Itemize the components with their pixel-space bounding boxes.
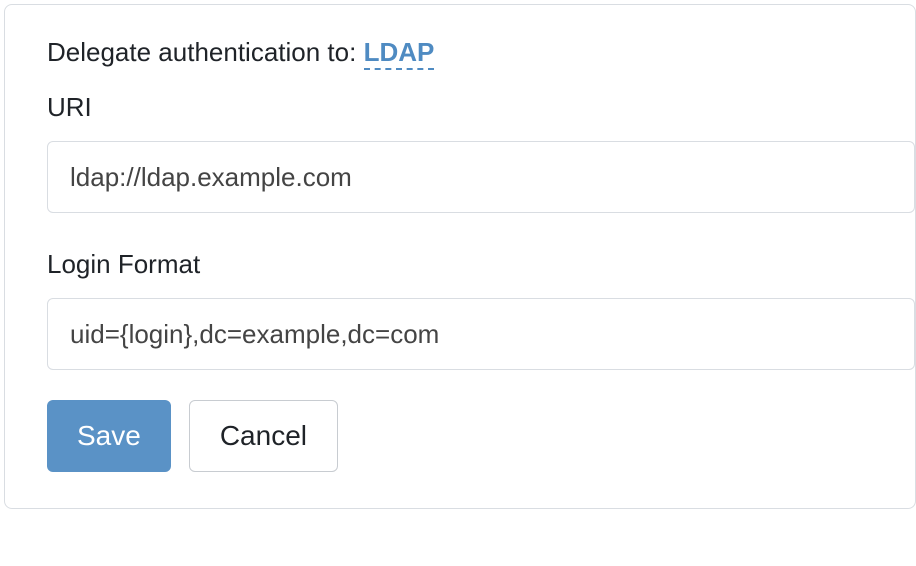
uri-group: URI	[47, 92, 915, 213]
delegate-heading: Delegate authentication to: LDAP	[47, 37, 915, 68]
delegate-prefix: Delegate authentication to:	[47, 37, 364, 67]
delegate-target-link[interactable]: LDAP	[364, 37, 435, 70]
uri-label: URI	[47, 92, 915, 123]
auth-delegate-panel: Delegate authentication to: LDAP URI Log…	[4, 4, 916, 509]
login-format-label: Login Format	[47, 249, 915, 280]
button-row: Save Cancel	[47, 400, 915, 472]
cancel-button[interactable]: Cancel	[189, 400, 338, 472]
login-format-input[interactable]	[47, 298, 915, 370]
save-button[interactable]: Save	[47, 400, 171, 472]
login-format-group: Login Format	[47, 249, 915, 370]
uri-input[interactable]	[47, 141, 915, 213]
